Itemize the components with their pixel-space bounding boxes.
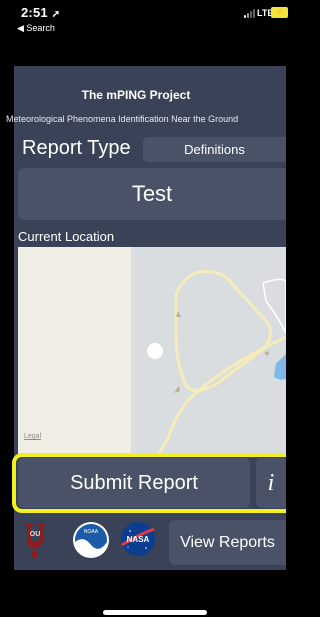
submit-report-button[interactable]: Submit Report [18, 458, 250, 508]
report-type-selector[interactable]: Test [18, 168, 286, 220]
map-land-area [18, 247, 131, 455]
view-reports-button[interactable]: View Reports [169, 520, 286, 565]
page-subtitle: Meteorological Phenomena Identification … [6, 114, 239, 124]
status-bar: 2:51 ➚ ◀ Search LTE ⚡ [0, 0, 288, 44]
location-arrow-icon: ➚ [51, 9, 61, 20]
current-location-label: Current Location [18, 229, 115, 244]
home-indicator[interactable] [103, 610, 207, 615]
map-legal-link[interactable]: Legal [24, 433, 41, 440]
back-to-search-link[interactable]: ◀ Search [17, 23, 55, 34]
location-map[interactable]: Legal [18, 247, 286, 455]
nasa-logo[interactable]: NASA [120, 521, 156, 557]
battery-icon: ⚡ [271, 7, 288, 18]
user-location-dot [147, 343, 163, 359]
map-canvas [18, 247, 286, 455]
noaa-logo[interactable]: NOAA [70, 521, 112, 559]
report-type-label: Report Type [22, 137, 131, 159]
signal-bars-icon [244, 9, 258, 18]
definitions-button[interactable]: Definitions [143, 137, 286, 162]
nasa-logo-text: NASA [127, 535, 150, 544]
ou-logo-text: OU [30, 531, 41, 538]
ou-logo[interactable]: OU [22, 522, 48, 558]
noaa-logo-text: NOAA [84, 529, 99, 535]
info-button[interactable]: i [256, 458, 286, 508]
page-title: The mPING Project [81, 88, 191, 102]
status-time: 2:51 ➚ [21, 5, 61, 20]
